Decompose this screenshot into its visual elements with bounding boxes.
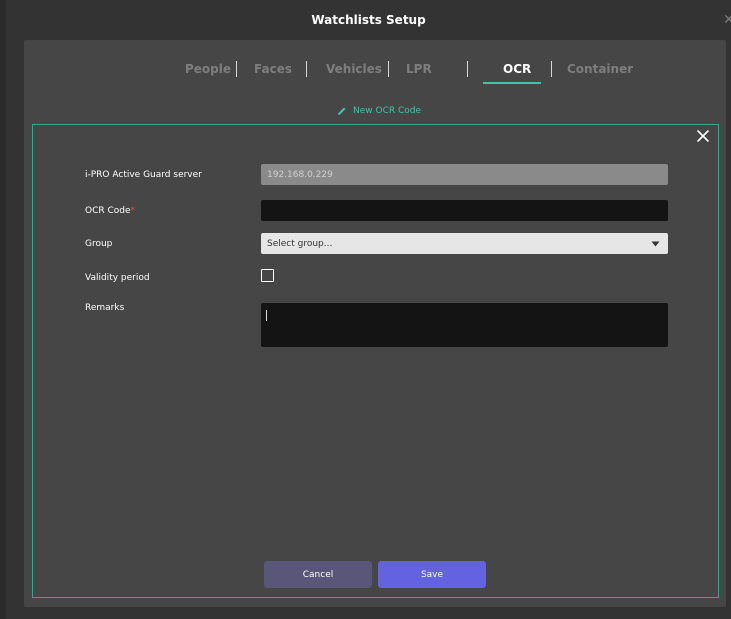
cancel-button[interactable]: Cancel [264, 561, 372, 588]
window-close-icon[interactable]: ✕ [723, 13, 731, 27]
text-caret [266, 310, 267, 321]
server-label: i-PRO Active Guard server [85, 170, 202, 180]
group-select[interactable]: Select group... [261, 233, 668, 254]
remarks-label: Remarks [85, 303, 125, 313]
validity-period-checkbox[interactable] [261, 269, 274, 282]
tab-container[interactable]: Container [567, 62, 633, 76]
ocr-code-label: OCR Code* [85, 206, 135, 216]
group-label: Group [85, 239, 113, 249]
ocr-code-input[interactable] [261, 200, 668, 221]
title-bar: Watchlists Setup ✕ [6, 0, 731, 40]
tab-separator [467, 61, 468, 77]
tab-people[interactable]: People [185, 62, 231, 76]
validity-period-label: Validity period [85, 273, 150, 283]
new-ocr-code-label: New OCR Code [353, 106, 422, 116]
window-title: Watchlists Setup [311, 13, 426, 27]
close-icon[interactable] [696, 129, 710, 143]
pencil-icon [338, 107, 346, 115]
main-panel: People Faces Vehicles LPR OCR Container … [24, 40, 726, 607]
tab-ocr[interactable]: OCR [503, 62, 531, 76]
save-button[interactable]: Save [378, 561, 486, 588]
tab-vehicles[interactable]: Vehicles [326, 62, 382, 76]
tab-separator [388, 61, 389, 77]
remarks-textarea[interactable] [261, 303, 668, 347]
tab-separator [306, 61, 307, 77]
tab-faces[interactable]: Faces [254, 62, 292, 76]
tab-separator [236, 61, 237, 77]
tab-lpr[interactable]: LPR [406, 62, 432, 76]
ocr-code-form: i-PRO Active Guard server 192.168.0.229 … [32, 124, 719, 598]
tab-separator [551, 61, 552, 77]
required-mark: * [130, 206, 136, 216]
new-ocr-code-link[interactable]: New OCR Code [337, 104, 421, 118]
server-field: 192.168.0.229 [261, 164, 668, 185]
tab-bar: People Faces Vehicles LPR OCR Container [24, 40, 726, 100]
group-placeholder: Select group... [267, 238, 333, 249]
ocr-code-label-text: OCR Code [85, 206, 131, 216]
server-value: 192.168.0.229 [267, 169, 333, 180]
chevron-down-icon [651, 241, 660, 246]
active-tab-underline [483, 82, 541, 84]
watchlists-setup-window: Watchlists Setup ✕ People Faces Vehicles… [6, 0, 731, 619]
